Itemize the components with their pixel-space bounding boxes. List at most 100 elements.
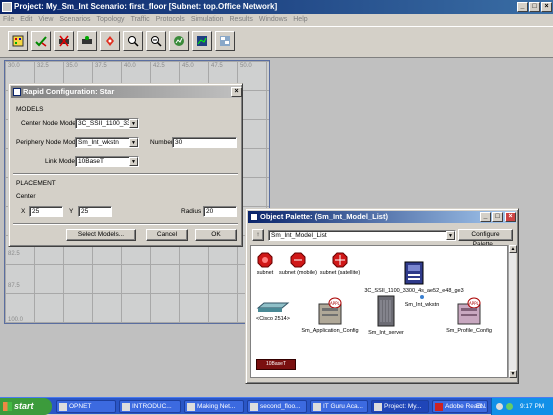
palette-item-profile-config[interactable]: APPL Sm_Profile_Config: [441, 296, 497, 334]
taskbar-item-making-net[interactable]: Making Net...: [184, 400, 244, 413]
menu-edit[interactable]: Edit: [17, 14, 35, 25]
taskbar-item-project[interactable]: Project: My...: [371, 400, 429, 413]
taskbar-item-opnet[interactable]: OPNET: [56, 400, 116, 413]
grid-tick: 45.0: [182, 63, 194, 69]
center-node-model-select[interactable]: 3C_SSII_1100_330 ▼: [75, 118, 139, 129]
link-model-label: Link Model: [45, 158, 77, 165]
appl-badge: APPL: [330, 301, 341, 306]
center-heading: Center: [16, 193, 36, 200]
center-node-model-label: Center Node Model: [21, 120, 78, 127]
palette-item-label: <Cisco 2514>: [256, 316, 290, 322]
taskbar-item-introduc[interactable]: INTRODUC...: [119, 400, 181, 413]
palette-item-subnet-satellite[interactable]: subnet (satellite): [319, 252, 361, 276]
up-arrow-icon[interactable]: ↑: [252, 229, 264, 241]
check-links-button[interactable]: [31, 31, 51, 51]
y-field[interactable]: 25: [78, 206, 112, 217]
taskbar-item-second-floor[interactable]: second_floo...: [247, 400, 307, 413]
opnet-icon: [374, 403, 382, 411]
configure-palette-button[interactable]: Configure Palette...: [458, 229, 513, 248]
tray-icon[interactable]: [496, 403, 503, 410]
grid-tick: 82.5: [8, 251, 20, 257]
view-results-button[interactable]: [169, 31, 189, 51]
menu-bar: File Edit View Scenarios Topology Traffic Prot…: [0, 14, 553, 25]
close-button[interactable]: ×: [541, 2, 552, 12]
configure-simulation-button[interactable]: [100, 31, 120, 51]
rapid-configuration-dialog: Rapid Configuration: Star × MODELS Cente…: [8, 83, 243, 247]
placement-heading: PLACEMENT: [16, 180, 56, 187]
y-label: Y: [69, 208, 74, 215]
zoom-button[interactable]: [123, 31, 143, 51]
menu-topology[interactable]: Topology: [94, 14, 128, 25]
clock: 9:17 PM: [520, 403, 545, 410]
tray-icon[interactable]: [506, 403, 513, 410]
taskbar-item-it-guru[interactable]: IT Guru Aca...: [310, 400, 368, 413]
rapid-configuration-title-bar[interactable]: Rapid Configuration: Star ×: [11, 86, 242, 98]
tile-graphs-icon: [220, 36, 230, 46]
chevron-down-icon[interactable]: ▼: [446, 231, 455, 240]
link-icon: 10BaseT: [265, 361, 286, 367]
menu-traffic[interactable]: Traffic: [128, 14, 153, 25]
router-icon: [256, 302, 290, 312]
toolbar: [0, 26, 553, 58]
subnet-mobile-icon: [290, 252, 306, 268]
palette-close-button[interactable]: ×: [505, 212, 516, 222]
palette-item-area[interactable]: subnet subnet (mobile) subnet (satellite…: [250, 245, 508, 378]
link-model-select[interactable]: 10BaseT ▼: [75, 156, 139, 167]
menu-simulation[interactable]: Simulation: [188, 14, 227, 25]
recover-node-button[interactable]: [77, 31, 97, 51]
radius-label: Radius: [181, 208, 202, 215]
menu-protocols[interactable]: Protocols: [153, 14, 188, 25]
opnet-icon: [59, 403, 67, 411]
palette-item-application-config[interactable]: APPL Sm_Application_Config: [299, 296, 361, 334]
main-window-title: Project: My_Sm_Int Scenario: first_floor…: [14, 2, 278, 11]
menu-file[interactable]: File: [0, 14, 17, 25]
grid-tick: 32.5: [37, 63, 49, 69]
palette-item-subnet[interactable]: subnet: [253, 252, 277, 276]
dialog-close-button[interactable]: ×: [231, 87, 242, 97]
palette-item-switch[interactable]: 3C_SSII_1100_3300_4s_ae52_e48_ge3: [361, 260, 467, 294]
menu-results[interactable]: Results: [227, 14, 256, 25]
palette-item-10baset-link[interactable]: 10BaseT: [256, 359, 296, 370]
grid-tick: 42.5: [153, 63, 165, 69]
cancel-button[interactable]: Cancel: [146, 229, 188, 241]
taskbar-item-label: Making Net...: [197, 403, 236, 410]
radius-field[interactable]: 20: [203, 206, 237, 217]
menu-view[interactable]: View: [35, 14, 56, 25]
hide-graphs-button[interactable]: [192, 31, 212, 51]
profile-config-icon: APPL: [457, 297, 481, 325]
grid-tick: 50.0: [240, 63, 252, 69]
language-indicator[interactable]: EN: [476, 398, 485, 415]
palette-maximize-button[interactable]: □: [492, 212, 503, 222]
palette-scrollbar[interactable]: ▲ ▼: [508, 245, 517, 378]
appl-badge: APPL: [469, 301, 480, 306]
palette-minimize-button[interactable]: _: [480, 212, 491, 222]
tile-graphs-button[interactable]: [215, 31, 235, 51]
maximize-button[interactable]: □: [529, 2, 540, 12]
menu-scenarios[interactable]: Scenarios: [56, 14, 93, 25]
menu-windows[interactable]: Windows: [256, 14, 290, 25]
number-label: Number: [150, 139, 174, 146]
minimize-button[interactable]: _: [517, 2, 528, 12]
x-field[interactable]: 25: [29, 206, 63, 217]
number-field[interactable]: 30: [172, 137, 237, 148]
chevron-down-icon[interactable]: ▼: [129, 119, 138, 128]
chevron-down-icon[interactable]: ▼: [129, 157, 138, 166]
chevron-down-icon[interactable]: ▼: [129, 138, 138, 147]
menu-help[interactable]: Help: [290, 14, 310, 25]
palette-item-workstation[interactable]: Sm_Int_wkstn: [399, 294, 445, 308]
start-button[interactable]: start: [0, 398, 52, 415]
palette-item-router[interactable]: <Cisco 2514>: [253, 300, 293, 322]
scroll-up-icon[interactable]: ▲: [509, 245, 517, 253]
select-models-button[interactable]: Select Models...: [66, 229, 136, 241]
model-list-select[interactable]: Sm_Int_Model_List ▼: [268, 230, 456, 241]
opnet-app-icon[interactable]: [2, 2, 12, 12]
scroll-down-icon[interactable]: ▼: [509, 370, 517, 378]
open-object-palette-button[interactable]: [8, 31, 28, 51]
object-palette-title-bar[interactable]: Object Palette: (Sm_Int_Model_List) _ □ …: [248, 211, 516, 223]
adobe-reader-icon: [435, 403, 443, 411]
fail-node-button[interactable]: [54, 31, 74, 51]
unzoom-button[interactable]: [146, 31, 166, 51]
periphery-node-model-select[interactable]: Sm_Int_wkstn ▼: [75, 137, 139, 148]
palette-item-subnet-mobile[interactable]: subnet (mobile): [279, 252, 317, 276]
ok-button[interactable]: OK: [195, 229, 237, 241]
